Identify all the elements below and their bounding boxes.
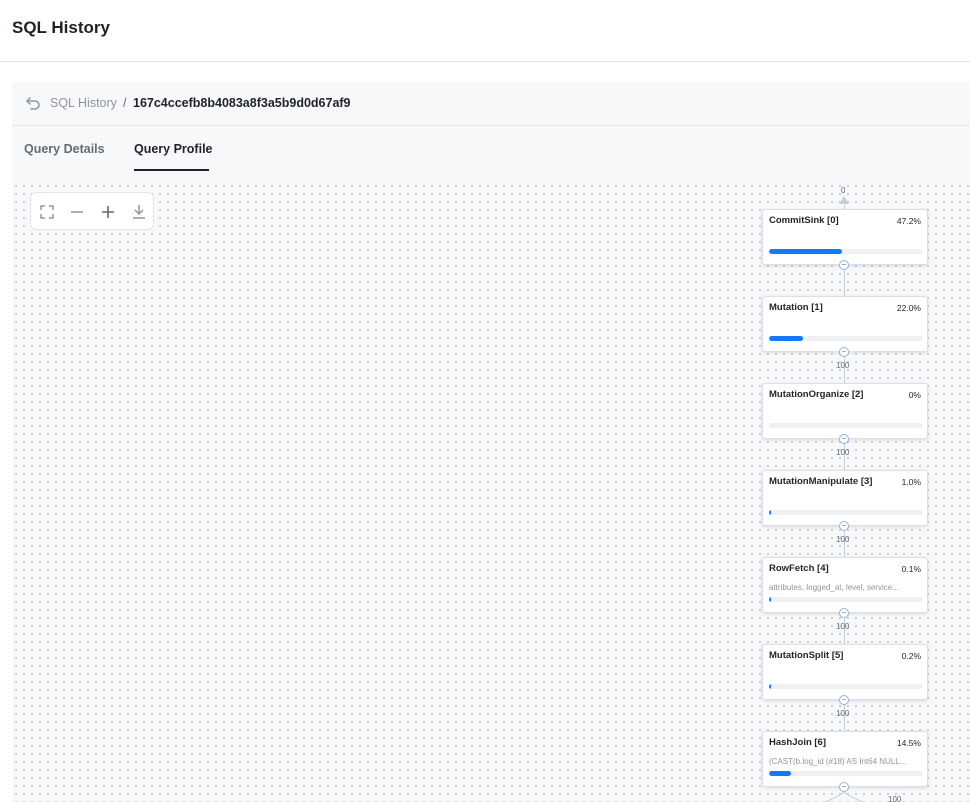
cost-progress-fill bbox=[769, 597, 771, 602]
operator-name: Mutation [1] bbox=[769, 302, 823, 313]
operator-percent: 22.0% bbox=[896, 303, 921, 313]
operator-name: CommitSink [0] bbox=[769, 215, 839, 226]
operator-node[interactable]: HashJoin [6] 14.5% (CAST(b.log_id (#18) AS… bbox=[762, 731, 928, 787]
edge-line-left bbox=[823, 792, 845, 802]
arrow-up-icon bbox=[839, 196, 849, 204]
cost-progress-fill bbox=[769, 684, 771, 689]
breadcrumb: SQL History / 167c4ccefb8b4083a8f3a5b9d0… bbox=[12, 82, 970, 126]
expand-port-icon[interactable] bbox=[839, 521, 849, 531]
page-title: SQL History bbox=[12, 18, 110, 37]
zoom-out-icon[interactable] bbox=[67, 202, 87, 222]
branch-edges bbox=[823, 792, 865, 802]
operator-node[interactable]: MutationOrganize [2] 0% bbox=[762, 383, 928, 439]
operator-node[interactable]: RowFetch [4] 0.1% attributes, logged_at, l… bbox=[762, 557, 928, 613]
cost-progress-bar bbox=[769, 597, 923, 602]
operator-percent: 14.5% bbox=[896, 738, 921, 748]
fullscreen-icon[interactable] bbox=[37, 202, 57, 222]
edge-row-count: 100 bbox=[836, 361, 850, 370]
operator-percent: 0% bbox=[908, 390, 921, 400]
cost-progress-fill bbox=[769, 510, 771, 515]
active-tab-indicator bbox=[134, 169, 209, 171]
edge-row-count: 100 bbox=[836, 709, 850, 718]
cost-progress-bar bbox=[769, 684, 923, 689]
operator-name: HashJoin [6] bbox=[769, 737, 827, 748]
operator-node[interactable]: CommitSink [0] 47.2% bbox=[762, 209, 928, 265]
expand-port-icon[interactable] bbox=[839, 608, 849, 618]
expand-port-icon[interactable] bbox=[839, 260, 849, 270]
operator-percent: 47.2% bbox=[896, 216, 921, 226]
query-panel: SQL History / 167c4ccefb8b4083a8f3a5b9d0… bbox=[12, 82, 970, 802]
expand-port-icon[interactable] bbox=[839, 782, 849, 792]
cost-progress-fill bbox=[769, 249, 842, 254]
edge-row-count: 100 bbox=[836, 535, 850, 544]
cost-progress-fill bbox=[769, 336, 803, 341]
download-icon[interactable] bbox=[129, 202, 149, 222]
breadcrumb-link-sql-history[interactable]: SQL History bbox=[50, 96, 117, 110]
top-bar: SQL History bbox=[0, 0, 970, 62]
zoom-in-icon[interactable] bbox=[98, 202, 118, 222]
edge-row-count: 100 bbox=[888, 795, 902, 802]
edge-row-count: 100 bbox=[836, 448, 850, 457]
breadcrumb-current-query-id: 167c4ccefb8b4083a8f3a5b9d0d67af9 bbox=[133, 96, 351, 110]
expand-port-icon[interactable] bbox=[839, 434, 849, 444]
operator-node[interactable]: Mutation [1] 22.0% bbox=[762, 296, 928, 352]
tab-query-details[interactable]: Query Details bbox=[24, 142, 105, 156]
operator-detail: (CAST(b.log_id (#18) AS Int64 NULL... bbox=[769, 757, 907, 766]
operator-node[interactable]: MutationSplit [5] 0.2% bbox=[762, 644, 928, 700]
operator-name: MutationSplit [5] bbox=[769, 650, 844, 661]
operator-name: RowFetch [4] bbox=[769, 563, 829, 574]
edge-line bbox=[844, 270, 845, 296]
operator-name: MutationManipulate [3] bbox=[769, 476, 873, 487]
tab-bar: Query Details Query Profile bbox=[12, 126, 970, 172]
cost-progress-bar bbox=[769, 249, 923, 254]
cost-progress-fill bbox=[769, 771, 792, 776]
expand-port-icon[interactable] bbox=[839, 695, 849, 705]
cost-progress-bar bbox=[769, 510, 923, 515]
query-profile-canvas[interactable]: 0 CommitSink [0] 47.2% Mutation [1] 22.0% 10… bbox=[12, 182, 970, 802]
operator-percent: 0.2% bbox=[901, 651, 921, 661]
cost-progress-bar bbox=[769, 336, 923, 341]
operator-name: MutationOrganize [2] bbox=[769, 389, 864, 400]
operator-percent: 0.1% bbox=[901, 564, 921, 574]
operator-detail: attributes, logged_at, level, service... bbox=[769, 583, 899, 592]
expand-port-icon[interactable] bbox=[839, 347, 849, 357]
edge-row-count: 100 bbox=[836, 622, 850, 631]
cost-progress-bar bbox=[769, 423, 923, 428]
graph-toolbar bbox=[30, 192, 154, 230]
operator-node[interactable]: MutationManipulate [3] 1.0% bbox=[762, 470, 928, 526]
tab-query-profile[interactable]: Query Profile bbox=[134, 142, 213, 156]
back-arrow-icon[interactable] bbox=[24, 94, 42, 112]
operator-percent: 1.0% bbox=[901, 477, 921, 487]
breadcrumb-separator: / bbox=[123, 96, 127, 110]
cost-progress-bar bbox=[769, 771, 923, 776]
edge-label-top: 0 bbox=[841, 186, 846, 195]
